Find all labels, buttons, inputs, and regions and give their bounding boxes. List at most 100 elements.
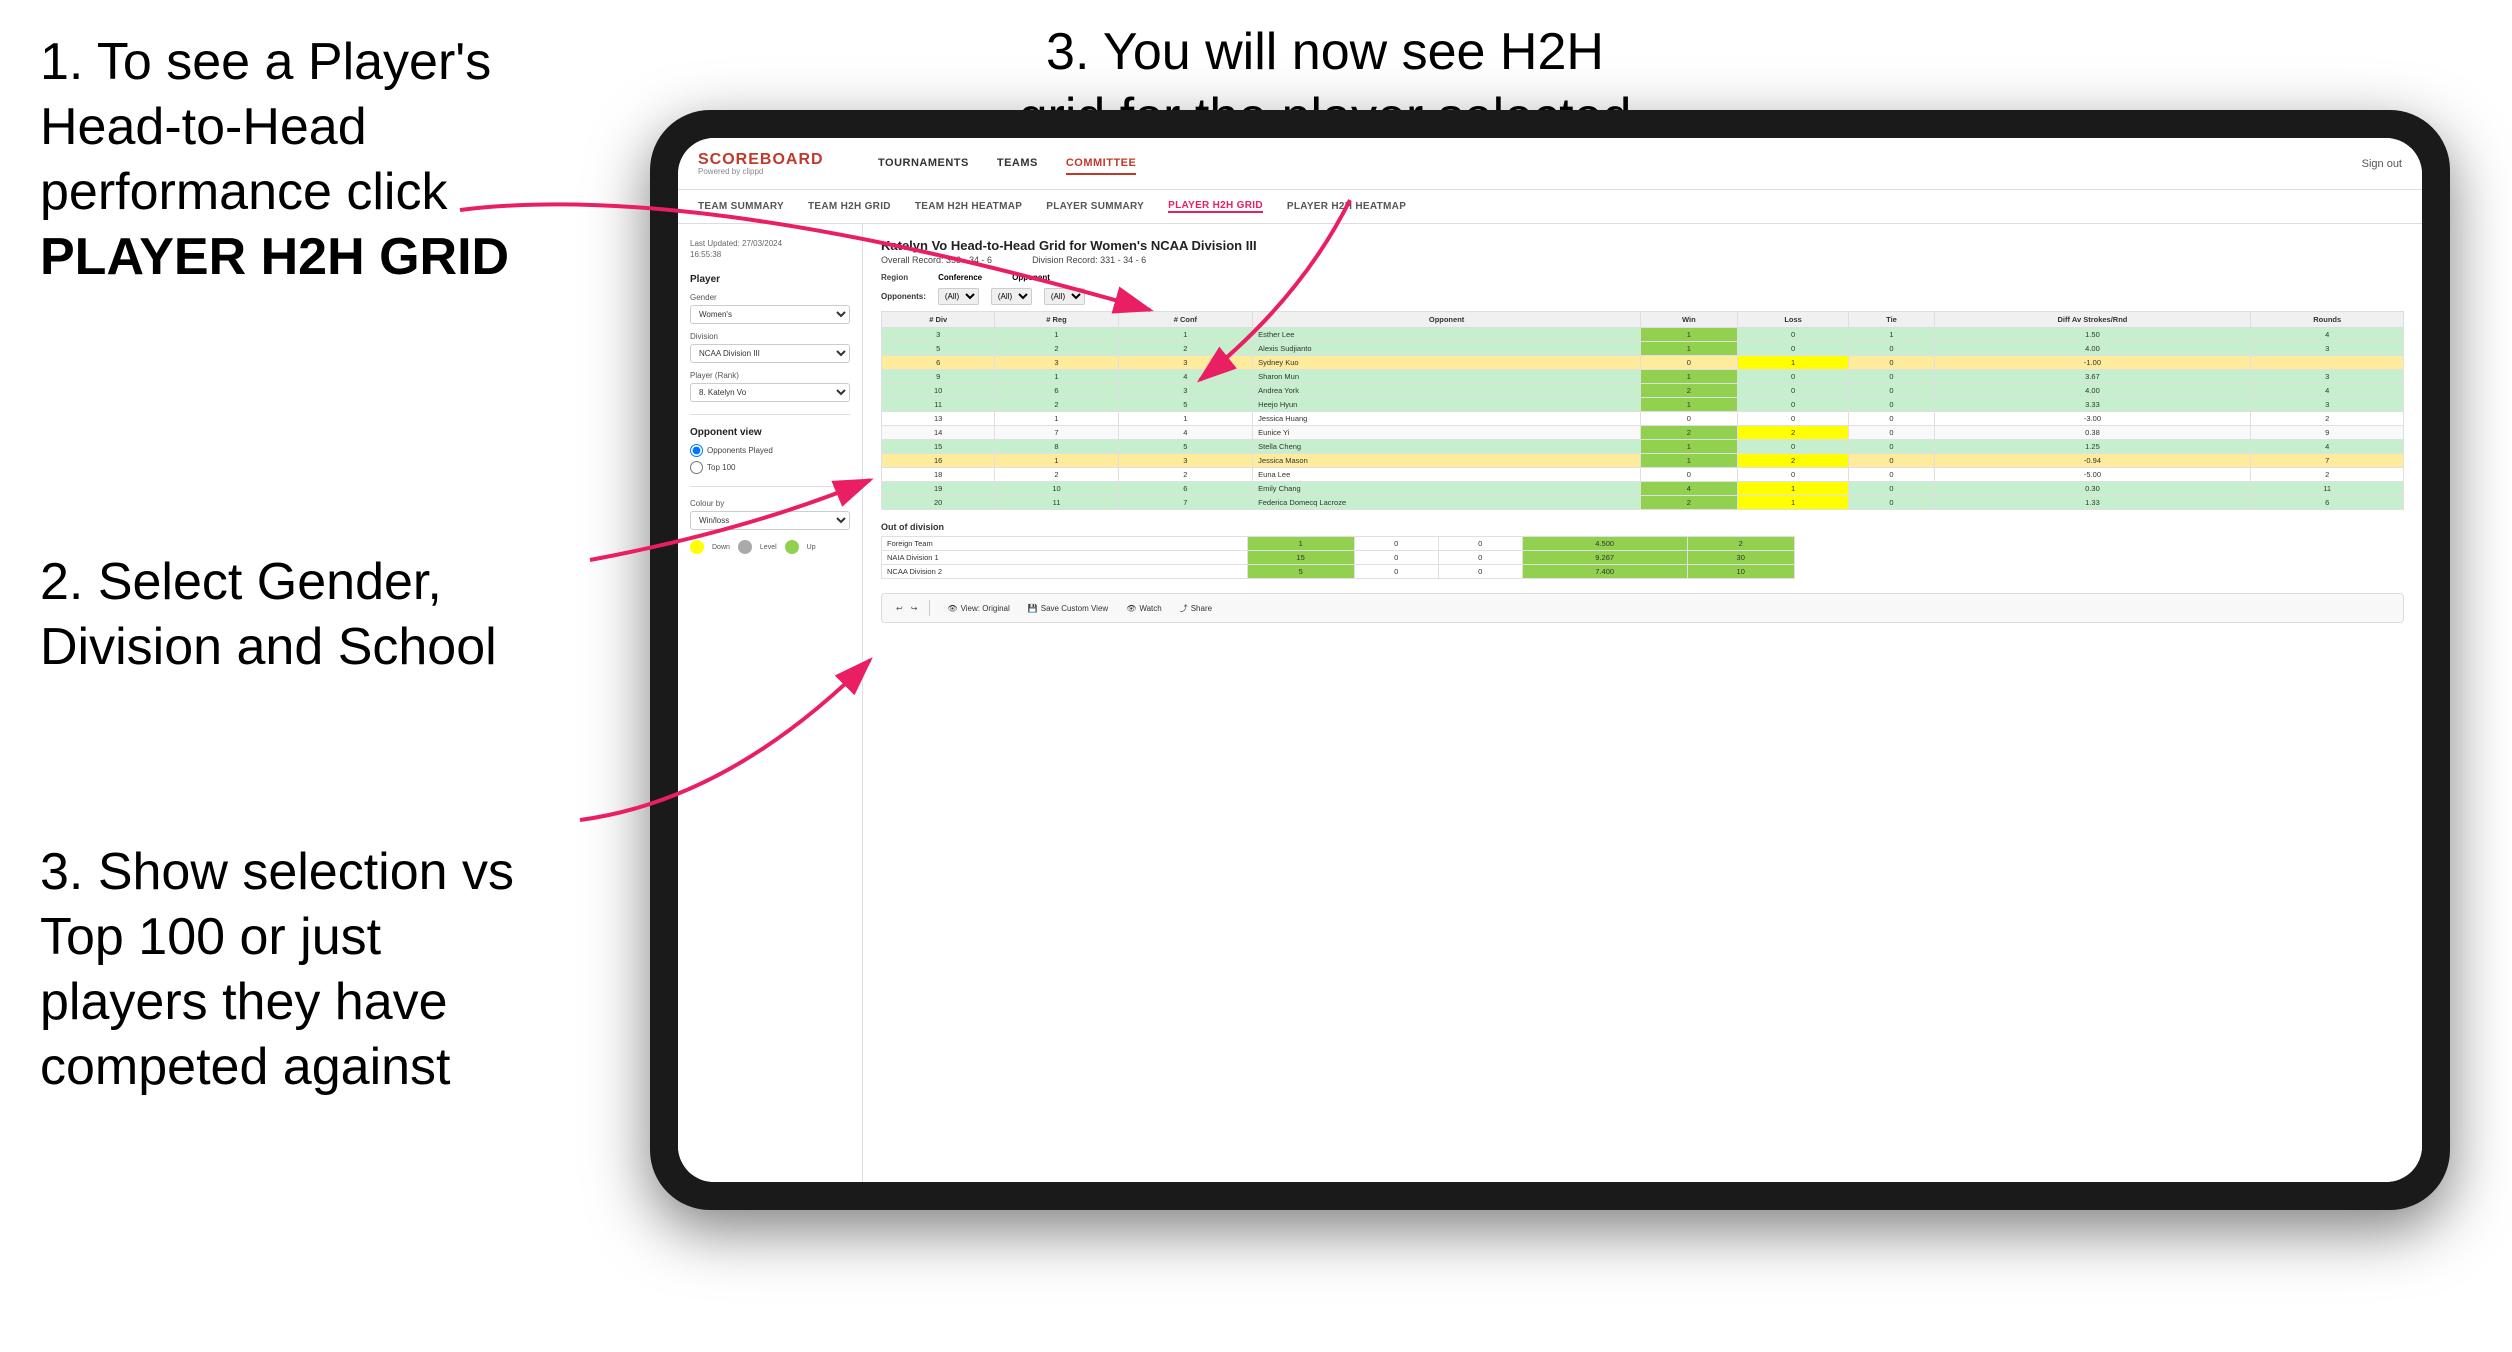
opponent-view-options: Opponents Played Top 100 — [690, 444, 850, 474]
cell-rounds: 3 — [2251, 398, 2404, 412]
toolbar-save[interactable]: 💾 Save Custom View — [1023, 602, 1113, 615]
watch-label: Watch — [1139, 604, 1161, 613]
sub-nav-player-heatmap[interactable]: PLAYER H2H HEATMAP — [1287, 201, 1406, 212]
cell-div: 13 — [882, 412, 995, 426]
app-header: SCOREBOARD Powered by clippd TOURNAMENTS… — [678, 138, 2422, 190]
table-row: 9 1 4 Sharon Mun 1 0 0 3.67 3 — [882, 370, 2404, 384]
table-row: 5 2 2 Alexis Sudjianto 1 0 0 4.00 3 — [882, 342, 2404, 356]
table-row: 20 11 7 Federica Domecq Lacroze 2 1 0 1.… — [882, 496, 2404, 510]
cell-diff: -1.00 — [1934, 356, 2251, 370]
cell-rounds: 2 — [2251, 468, 2404, 482]
cell-win: 2 — [1640, 426, 1737, 440]
region-filter-group: Region — [881, 273, 908, 282]
table-row: 3 1 1 Esther Lee 1 0 1 1.50 4 — [882, 328, 2404, 342]
toolbar-share[interactable]: ⤴ Share — [1175, 601, 1217, 616]
ood-diff: 7.400 — [1522, 565, 1687, 579]
col-reg: # Reg — [995, 312, 1118, 328]
cell-reg: 2 — [995, 468, 1118, 482]
table-row: 10 6 3 Andrea York 2 0 0 4.00 4 — [882, 384, 2404, 398]
cell-opponent: Euna Lee — [1253, 468, 1641, 482]
ood-loss: 0 — [1354, 565, 1438, 579]
cell-conf: 3 — [1118, 384, 1253, 398]
nav-tournaments[interactable]: TOURNAMENTS — [878, 153, 969, 175]
cell-win: 0 — [1640, 356, 1737, 370]
radio-top100[interactable]: Top 100 — [690, 461, 850, 474]
table-row: 11 2 5 Heejo Hyun 1 0 0 3.33 3 — [882, 398, 2404, 412]
cell-loss: 0 — [1737, 440, 1849, 454]
legend-up-label: Up — [807, 544, 816, 551]
cell-rounds: 3 — [2251, 370, 2404, 384]
cell-loss: 0 — [1737, 384, 1849, 398]
col-conf: # Conf — [1118, 312, 1253, 328]
cell-diff: 4.00 — [1934, 342, 2251, 356]
legend-up-dot — [785, 540, 799, 554]
sub-nav-team-heatmap[interactable]: TEAM H2H HEATMAP — [915, 201, 1022, 212]
colour-by-select[interactable]: Win/loss — [690, 511, 850, 530]
nav-committee[interactable]: COMMITTEE — [1066, 153, 1137, 175]
colour-legend: Down Level Up — [690, 540, 850, 554]
instructions-panel: 1. To see a Player's Head-to-Head perfor… — [0, 0, 600, 1166]
player-rank-label: Player (Rank) — [690, 371, 850, 380]
ood-loss: 0 — [1354, 551, 1438, 565]
sub-nav-team-h2h[interactable]: TEAM H2H GRID — [808, 201, 891, 212]
step1-text: 1. To see a Player's Head-to-Head perfor… — [40, 30, 560, 290]
sign-out[interactable]: Sign out — [2362, 158, 2402, 170]
logo-text: SCOREBOARD — [698, 151, 824, 168]
ood-table-row: NAIA Division 1 15 0 0 9.267 30 — [882, 551, 1795, 565]
cell-loss: 0 — [1737, 370, 1849, 384]
ood-win: 5 — [1247, 565, 1354, 579]
cell-div: 6 — [882, 356, 995, 370]
cell-win: 1 — [1640, 328, 1737, 342]
table-row: 6 3 3 Sydney Kuo 0 1 0 -1.00 — [882, 356, 2404, 370]
cell-win: 1 — [1640, 398, 1737, 412]
cell-tie: 0 — [1849, 426, 1934, 440]
radio-opponents-played[interactable]: Opponents Played — [690, 444, 850, 457]
cell-opponent: Heejo Hyun — [1253, 398, 1641, 412]
timestamp: Last Updated: 27/03/2024 16:55:38 — [690, 238, 850, 260]
cell-diff: 1.33 — [1934, 496, 2251, 510]
cell-tie: 0 — [1849, 468, 1934, 482]
nav-teams[interactable]: TEAMS — [997, 153, 1038, 175]
grid-area: Katelyn Vo Head-to-Head Grid for Women's… — [863, 224, 2422, 1182]
region-select[interactable]: (All) — [938, 288, 979, 305]
cell-loss: 0 — [1737, 342, 1849, 356]
cell-conf: 3 — [1118, 356, 1253, 370]
gender-label: Gender — [690, 293, 850, 302]
toolbar-view[interactable]: 👁 View: Original — [942, 602, 1014, 615]
redo-icon[interactable]: ↪ — [911, 604, 918, 613]
undo-icon[interactable]: ↩ — [896, 604, 903, 613]
player-section-title: Player — [690, 274, 850, 285]
cell-win: 1 — [1640, 342, 1737, 356]
sub-nav-team-summary[interactable]: TEAM SUMMARY — [698, 201, 784, 212]
col-diff: Diff Av Strokes/Rnd — [1934, 312, 2251, 328]
division-select[interactable]: NCAA Division III — [690, 344, 850, 363]
step1-title: 1. To see a Player's Head-to-Head perfor… — [40, 33, 491, 221]
cell-reg: 3 — [995, 356, 1118, 370]
player-rank-select[interactable]: 8. Katelyn Vo — [690, 383, 850, 402]
conference-select[interactable]: (All) — [991, 288, 1032, 305]
cell-tie: 0 — [1849, 370, 1934, 384]
cell-reg: 6 — [995, 384, 1118, 398]
cell-tie: 0 — [1849, 440, 1934, 454]
cell-conf: 4 — [1118, 426, 1253, 440]
cell-reg: 2 — [995, 342, 1118, 356]
cell-tie: 0 — [1849, 342, 1934, 356]
cell-conf: 3 — [1118, 454, 1253, 468]
opponent-filter-group: Opponent — [1012, 273, 1050, 282]
cell-opponent: Jessica Mason — [1253, 454, 1641, 468]
toolbar-watch[interactable]: 👁 Watch — [1121, 602, 1167, 615]
cell-conf: 7 — [1118, 496, 1253, 510]
col-opponent: Opponent — [1253, 312, 1641, 328]
cell-win: 0 — [1640, 468, 1737, 482]
ood-win: 15 — [1247, 551, 1354, 565]
sub-nav-player-h2h[interactable]: PLAYER H2H GRID — [1168, 200, 1263, 213]
view-original-label: View: Original — [961, 604, 1010, 613]
cell-loss: 1 — [1737, 356, 1849, 370]
cell-reg: 8 — [995, 440, 1118, 454]
opponent-select[interactable]: (All) — [1044, 288, 1085, 305]
grid-title: Katelyn Vo Head-to-Head Grid for Women's… — [881, 238, 2404, 253]
sub-nav-player-summary[interactable]: PLAYER SUMMARY — [1046, 201, 1144, 212]
gender-select[interactable]: Women's — [690, 305, 850, 324]
col-div: # Div — [882, 312, 995, 328]
cell-conf: 2 — [1118, 468, 1253, 482]
